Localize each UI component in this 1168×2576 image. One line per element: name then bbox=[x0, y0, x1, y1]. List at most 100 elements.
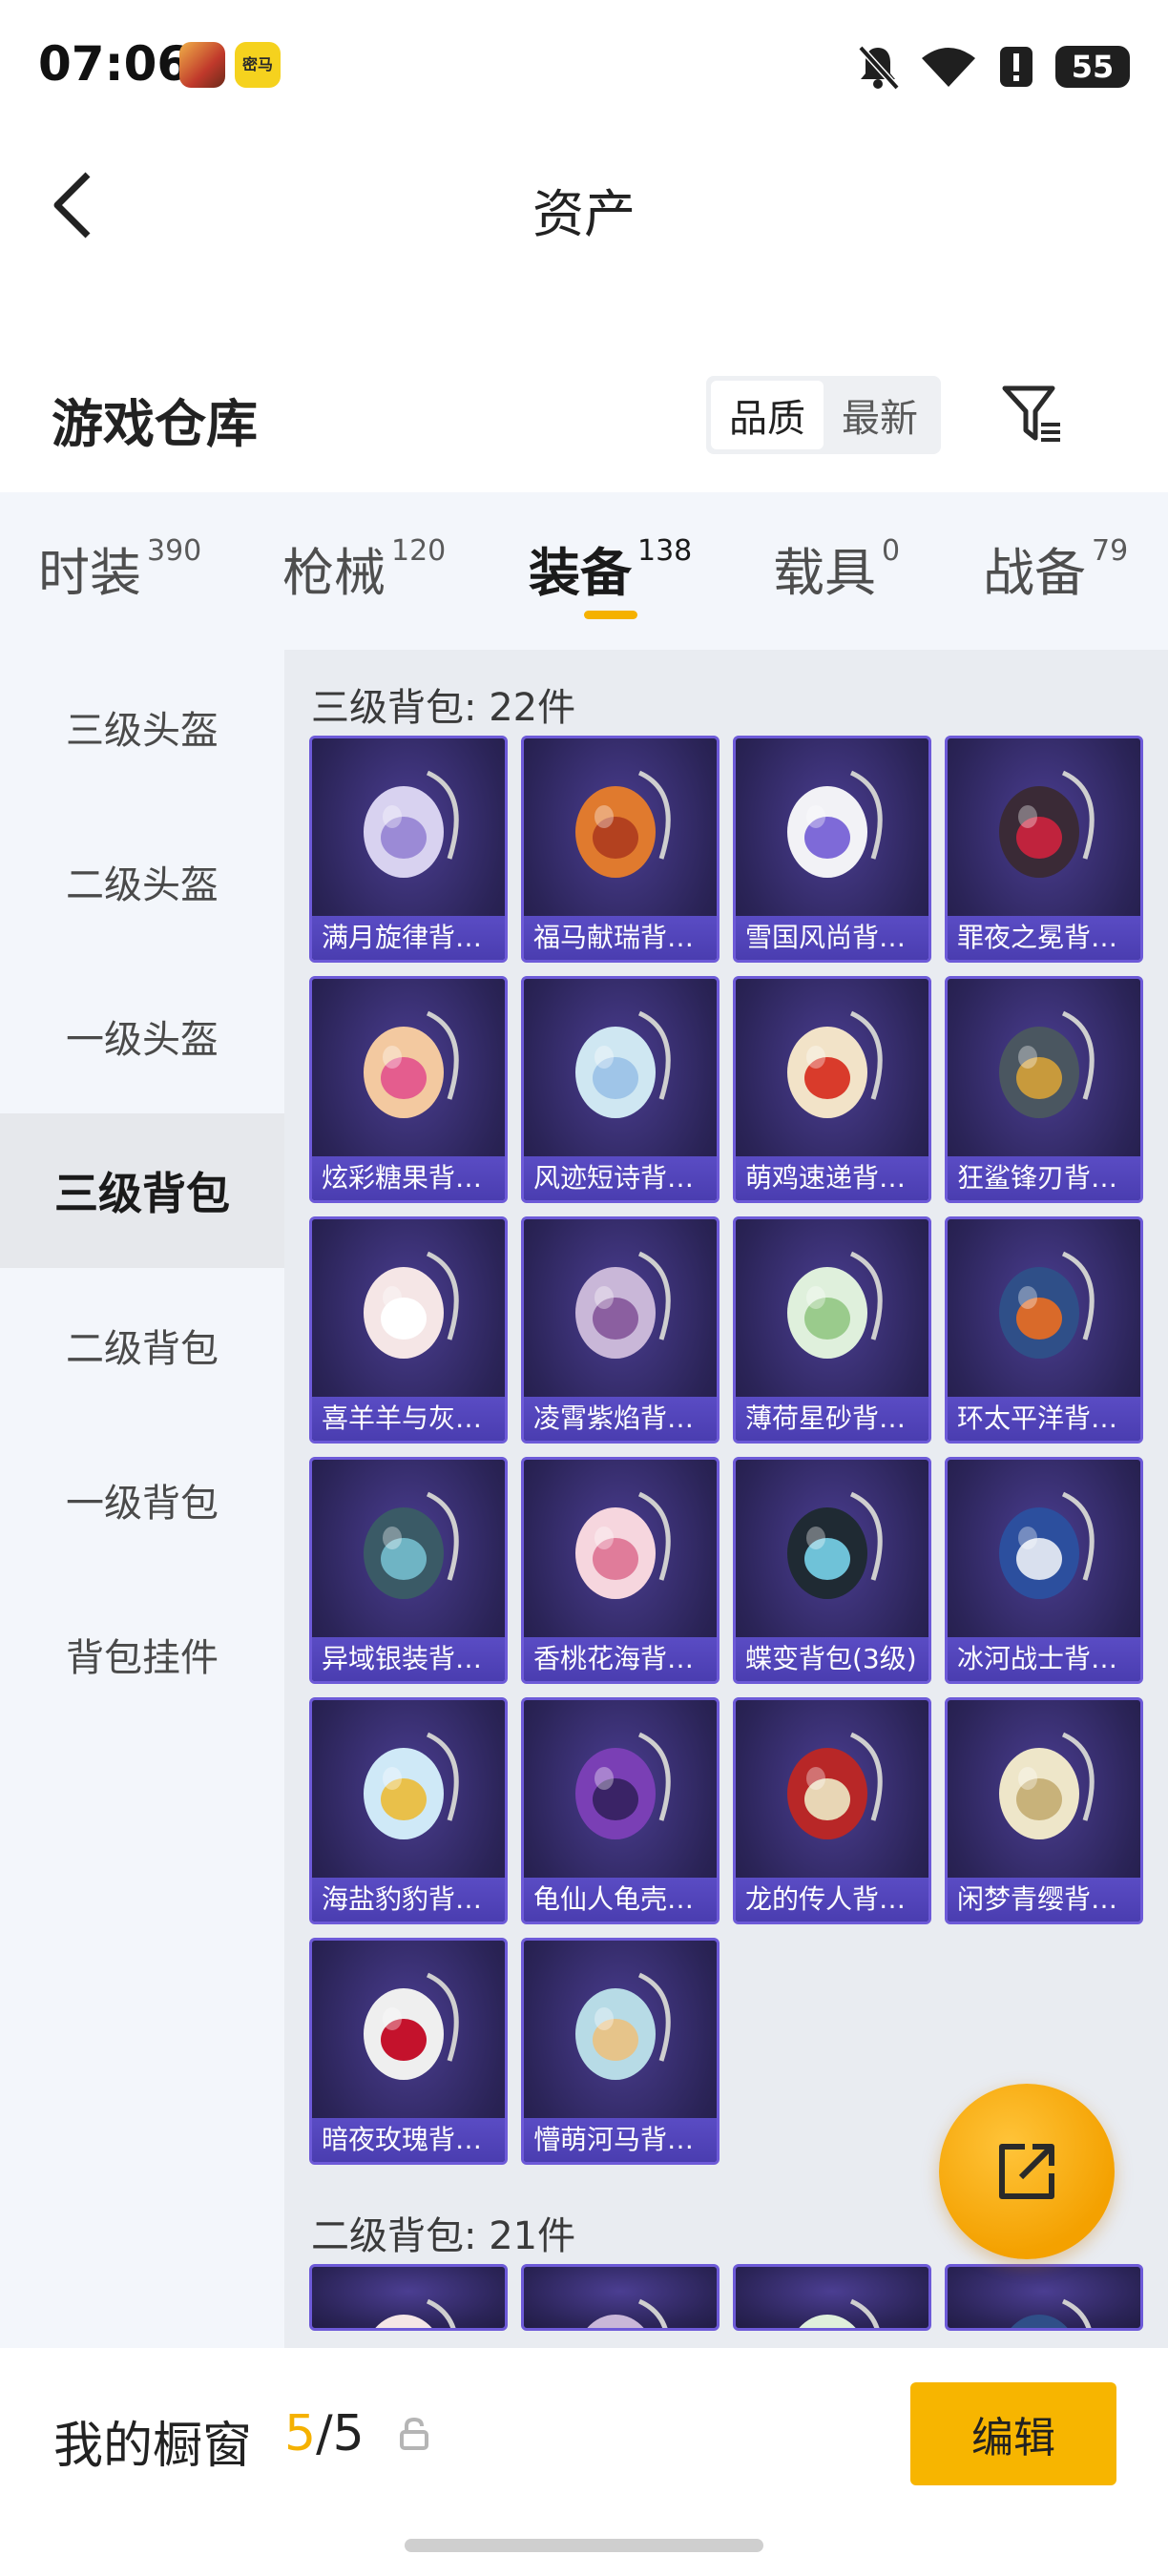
teal-tactical-backpack-icon bbox=[364, 1491, 459, 1599]
item-thumbnail bbox=[524, 1941, 717, 2114]
status-time: 07:06 bbox=[38, 36, 191, 92]
tab-supplies[interactable]: 战备 79 bbox=[983, 530, 1128, 606]
sort-quality-button[interactable]: 品质 bbox=[711, 381, 824, 449]
hippo-backpack-icon bbox=[575, 1972, 671, 2080]
chick-backpack-icon bbox=[787, 1010, 883, 1118]
dark-crown-backpack-icon bbox=[999, 770, 1095, 878]
sort-newest-button[interactable]: 最新 bbox=[824, 381, 936, 449]
backpack-icon bbox=[1011, 2298, 1092, 2328]
showcase-separator: / bbox=[316, 2405, 333, 2462]
item-card[interactable]: 闲梦青缨背包(3级) bbox=[945, 1697, 1143, 1924]
item-label: 萌鸡速递背包(3级) bbox=[736, 1156, 928, 1200]
item-thumbnail bbox=[524, 1460, 717, 1633]
snow-penguin-backpack-icon bbox=[787, 770, 883, 878]
item-card[interactable]: 萌鸡速递背包(3级) bbox=[733, 976, 931, 1203]
item-label: 龟仙人龟壳背包(3级) bbox=[524, 1878, 717, 1922]
showcase-count: 5/5 bbox=[284, 2405, 365, 2462]
item-thumbnail bbox=[736, 1460, 928, 1633]
item-card[interactable]: 环太平洋背包(3级) bbox=[945, 1216, 1143, 1444]
tab-label: 时装 bbox=[38, 543, 141, 603]
item-card[interactable]: 龟仙人龟壳背包(3级) bbox=[521, 1697, 720, 1924]
home-indicator[interactable] bbox=[405, 2539, 763, 2552]
item-card[interactable]: 海盐豹豹背包(3级) bbox=[309, 1697, 508, 1924]
item-card[interactable]: 龙的传人背包(3级) bbox=[733, 1697, 931, 1924]
item-card[interactable]: 福马献瑞背包(3级) bbox=[521, 736, 720, 963]
sidebar-item[interactable]: 背包挂件 bbox=[0, 1577, 284, 1732]
white-box-backpack-icon bbox=[575, 1010, 671, 1118]
item-thumbnail bbox=[948, 738, 1140, 912]
edit-button[interactable]: 编辑 bbox=[910, 2382, 1116, 2485]
turtle-shell-backpack-icon bbox=[575, 1732, 671, 1839]
item-card[interactable]: 炫彩糖果背包(3级) bbox=[309, 976, 508, 1203]
sidebar-item[interactable]: 三级背包 bbox=[0, 1113, 284, 1268]
active-tab-indicator bbox=[584, 611, 637, 619]
sidebar-item[interactable]: 一级头盔 bbox=[0, 959, 284, 1113]
backpack-icon bbox=[587, 2298, 668, 2328]
item-card[interactable]: 懵萌河马背包(3级) bbox=[521, 1938, 720, 2165]
item-card[interactable] bbox=[521, 2264, 720, 2331]
game-app-notification-icon bbox=[179, 42, 225, 88]
item-card[interactable]: 薄荷星砂背包(3级) bbox=[733, 1216, 931, 1444]
lavender-charm-backpack-icon bbox=[364, 770, 459, 878]
item-card[interactable]: 香桃花海背包(3级) bbox=[521, 1457, 720, 1684]
item-card[interactable] bbox=[945, 2264, 1143, 2331]
item-card[interactable]: 雪国风尚背包(3级) bbox=[733, 736, 931, 963]
item-thumbnail bbox=[524, 979, 717, 1153]
item-card[interactable]: 风迹短诗背包(3级) bbox=[521, 976, 720, 1203]
item-card[interactable]: 暗夜玫瑰背包(3级) bbox=[309, 1938, 508, 2165]
item-card[interactable]: 凌霄紫焰背包(3级) bbox=[521, 1216, 720, 1444]
tab-fashion[interactable]: 时装 390 bbox=[38, 530, 201, 606]
item-label: 暗夜玫瑰背包(3级) bbox=[312, 2118, 505, 2162]
alert-icon bbox=[1000, 47, 1032, 87]
showcase-total: 5 bbox=[332, 2405, 365, 2462]
sidebar-item[interactable]: 二级背包 bbox=[0, 1268, 284, 1423]
item-card[interactable]: 喜羊羊与灰太狼背包(3级) bbox=[309, 1216, 508, 1444]
item-card[interactable]: 满月旋律背包(3级) bbox=[309, 736, 508, 963]
sheep-backpack-icon bbox=[364, 1251, 459, 1359]
item-label: 龙的传人背包(3级) bbox=[736, 1878, 928, 1922]
sidebar-item[interactable]: 二级头盔 bbox=[0, 804, 284, 959]
backpack-icon bbox=[799, 2298, 880, 2328]
item-thumbnail bbox=[948, 1460, 1140, 1633]
mute-bell-icon bbox=[858, 45, 899, 90]
sort-toggle: 品质 最新 bbox=[706, 376, 941, 454]
item-label: 懵萌河马背包(3级) bbox=[524, 2118, 717, 2162]
sidebar-item[interactable]: 三级头盔 bbox=[0, 650, 284, 804]
purple-flame-backpack-icon bbox=[575, 1251, 671, 1359]
tab-vehicles[interactable]: 载具 0 bbox=[773, 530, 900, 606]
status-icons: 55 bbox=[857, 42, 1130, 92]
sidebar-item[interactable]: 一级背包 bbox=[0, 1423, 284, 1577]
item-thumbnail bbox=[524, 1700, 717, 1874]
item-card[interactable]: 罪夜之冕背包(3级) bbox=[945, 736, 1143, 963]
donut-backpack-icon bbox=[364, 1010, 459, 1118]
mech-backpack-icon bbox=[999, 1251, 1095, 1359]
showcase-label: 我的橱窗 bbox=[53, 2418, 253, 2475]
item-card[interactable]: 蝶变背包(3级) bbox=[733, 1457, 931, 1684]
battery-icon: 55 bbox=[1055, 46, 1130, 88]
item-label: 闲梦青缨背包(3级) bbox=[948, 1878, 1140, 1922]
mima-app-notification-icon: 密马 bbox=[235, 42, 281, 88]
backpack-icon bbox=[375, 2298, 456, 2328]
item-card[interactable] bbox=[733, 2264, 931, 2331]
item-label: 风迹短诗背包(3级) bbox=[524, 1156, 717, 1200]
tab-equipment[interactable]: 装备 138 bbox=[529, 530, 692, 606]
item-card[interactable] bbox=[309, 2264, 508, 2331]
item-label: 香桃花海背包(3级) bbox=[524, 1637, 717, 1681]
item-thumbnail bbox=[524, 2267, 717, 2328]
shark-backpack-icon bbox=[999, 1010, 1095, 1118]
item-label: 雪国风尚背包(3级) bbox=[736, 916, 928, 960]
filter-button[interactable] bbox=[996, 378, 1069, 450]
item-thumbnail bbox=[736, 2267, 928, 2328]
item-thumbnail bbox=[312, 979, 505, 1153]
item-label: 福马献瑞背包(3级) bbox=[524, 916, 717, 960]
blue-armor-backpack-icon bbox=[999, 1491, 1095, 1599]
pink-flower-backpack-icon bbox=[575, 1491, 671, 1599]
seal-backpack-icon bbox=[364, 1732, 459, 1839]
item-card[interactable]: 异域银装背包(3级) bbox=[309, 1457, 508, 1684]
tab-weapons[interactable]: 枪械 120 bbox=[282, 530, 446, 606]
orange-horse-backpack-icon bbox=[575, 770, 671, 878]
item-card[interactable]: 狂鲨锋刃背包(3级) bbox=[945, 976, 1143, 1203]
share-button[interactable] bbox=[939, 2084, 1115, 2259]
tab-count: 390 bbox=[147, 534, 202, 568]
item-card[interactable]: 冰河战士背包(3级) bbox=[945, 1457, 1143, 1684]
